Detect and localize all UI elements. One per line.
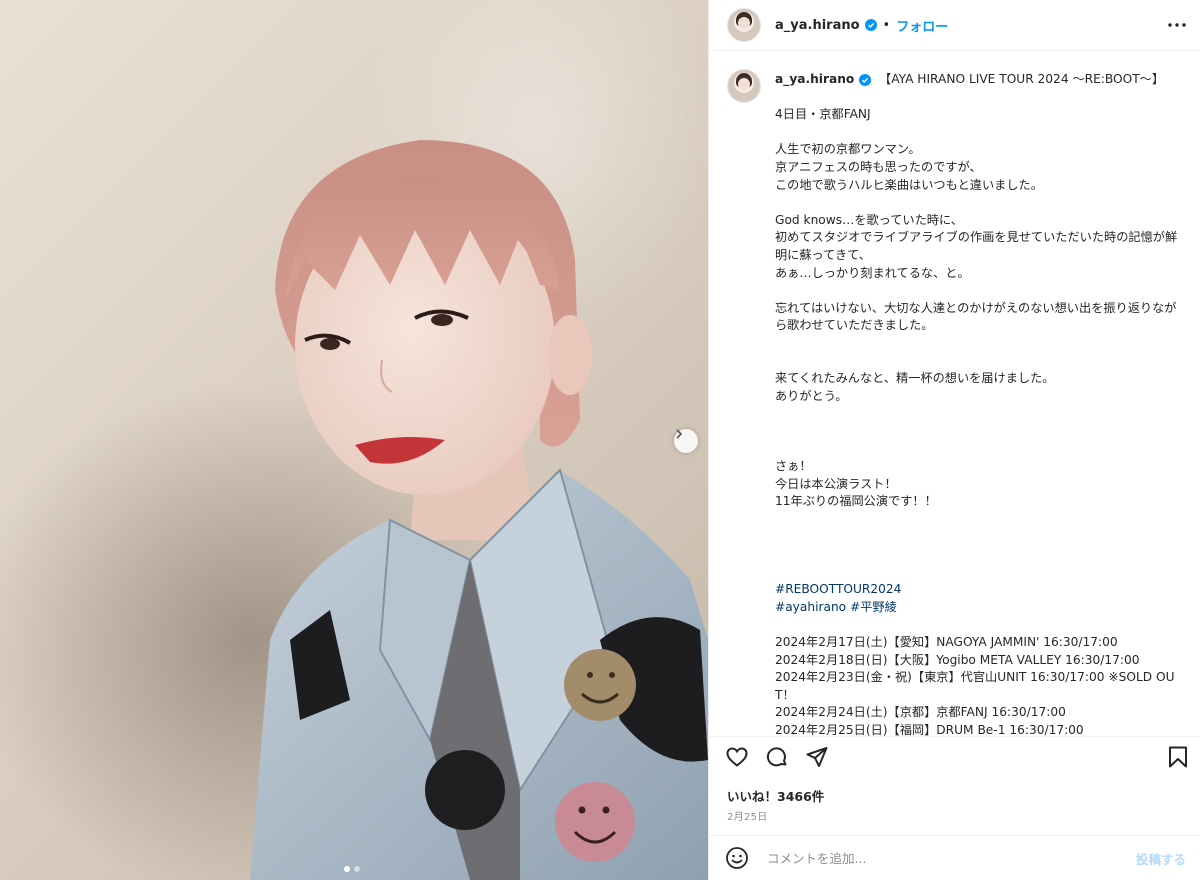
action-bar xyxy=(709,736,1200,780)
verified-badge-icon xyxy=(864,19,877,31)
hashtag-link[interactable]: #ayahirano xyxy=(775,600,846,614)
caption-headline: 【AYA HIRANO LIVE TOUR 2024 〜RE:BOOT〜】 xyxy=(879,72,1165,86)
header-username[interactable]: a_ya.hirano xyxy=(775,18,860,33)
verified-badge-icon xyxy=(859,74,872,86)
carousel-next-button[interactable] xyxy=(674,429,698,453)
chevron-right-icon xyxy=(676,429,683,439)
caption-header: a_ya.hirano 【AYA HIRANO LIVE TOUR 2024 〜… xyxy=(775,71,1185,89)
caption-area[interactable]: a_ya.hirano 【AYA HIRANO LIVE TOUR 2024 〜… xyxy=(709,51,1200,736)
carousel-dot-2 xyxy=(354,866,360,872)
emoji-icon[interactable] xyxy=(725,846,749,870)
header-separator: • xyxy=(882,17,891,33)
follow-button[interactable]: フォロー xyxy=(896,16,948,35)
caption-paragraph: 忘れてはいけない、大切な人達とのかけがえのない想い出を振り返りながら歌わせていた… xyxy=(775,300,1177,333)
carousel-indicator xyxy=(344,866,360,872)
hashtag-line: #ayahirano #平野綾 xyxy=(775,599,1185,617)
schedule-line: 2024年2月18日(日)【大阪】Yogibo META VALLEY 16:3… xyxy=(775,652,1140,667)
caption-paragraph: God knows…を歌っていた時に、 初めてスタジオでライブアライブの作画を見… xyxy=(775,212,1178,280)
heart-icon[interactable] xyxy=(725,745,749,773)
schedule-line: 2024年2月25日(日)【福岡】DRUM Be-1 16:30/17:00 xyxy=(775,722,1084,736)
more-options-icon[interactable] xyxy=(1168,23,1186,27)
caption-paragraph: 来てくれたみんなと、精一杯の想いを届けました。 ありがとう。 xyxy=(775,371,1055,403)
share-icon[interactable] xyxy=(805,745,829,773)
post-photo[interactable] xyxy=(0,0,708,880)
caption-avatar[interactable] xyxy=(727,69,761,103)
caption-paragraph: 4日目・京都FANJ xyxy=(775,107,871,122)
post-date[interactable]: 2月25日 xyxy=(727,808,768,823)
comment-bar: 投稿する xyxy=(709,835,1200,880)
comment-input[interactable] xyxy=(765,849,1136,867)
comment-icon[interactable] xyxy=(765,745,789,773)
schedule-line: 2024年2月17日(土)【愛知】NAGOYA JAMMIN' 16:30/17… xyxy=(775,635,1118,649)
bookmark-icon[interactable] xyxy=(1167,745,1189,773)
caption-paragraph: さぁ！ 今日は本公演ラスト！ 11年ぶりの福岡公演です！！ xyxy=(775,459,937,509)
caption-username[interactable]: a_ya.hirano xyxy=(775,72,854,86)
hashtag-link[interactable]: #REBOOTTOUR2024 xyxy=(775,582,901,596)
avatar[interactable] xyxy=(727,8,761,42)
post-side-panel: a_ya.hirano • フォロー a_ya.hirano 【AYA HIRA… xyxy=(708,0,1200,880)
caption-paragraph: 人生で初の京都ワンマン。 京アニフェスの時も思ったのですが、 この地で歌うハルヒ… xyxy=(775,142,1043,192)
hashtag-link[interactable]: #平野綾 xyxy=(850,600,897,614)
schedule-line: 2024年2月24日(土)【京都】京都FANJ 16:30/17:00 xyxy=(775,705,1066,720)
like-count[interactable]: いいね！3466件 xyxy=(727,786,824,805)
post-header: a_ya.hirano • フォロー xyxy=(709,0,1200,51)
post-comment-button[interactable]: 投稿する xyxy=(1136,849,1186,868)
carousel-dot-1 xyxy=(344,866,350,872)
caption: a_ya.hirano 【AYA HIRANO LIVE TOUR 2024 〜… xyxy=(775,71,1185,736)
photo-illustration xyxy=(0,140,708,880)
hashtag-line: #REBOOTTOUR2024 xyxy=(775,581,1185,599)
schedule-line: 2024年2月23日(金・祝)【東京】代官山UNIT 16:30/17:00 ※… xyxy=(775,670,1175,702)
